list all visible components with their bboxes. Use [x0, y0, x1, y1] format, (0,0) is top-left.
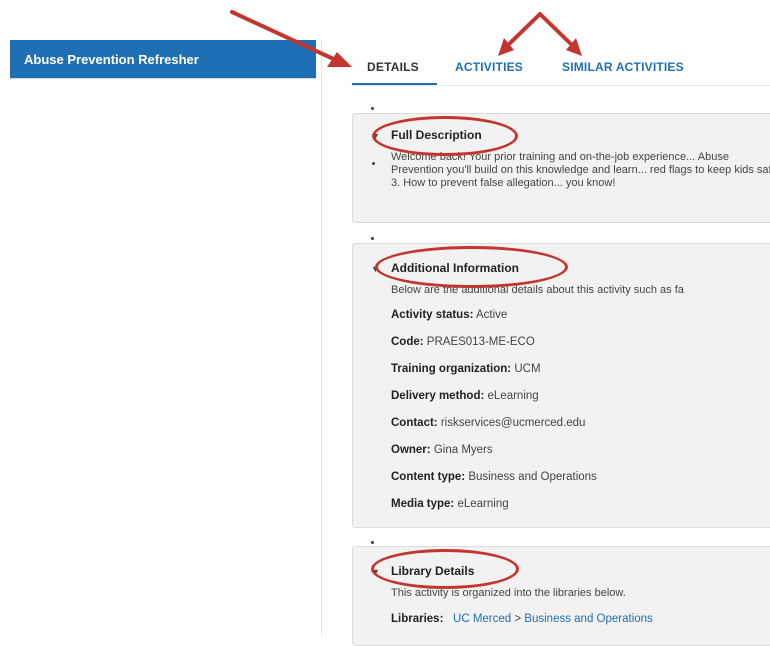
bullet-dot [371, 541, 374, 544]
field-delivery-method: Delivery method: eLearning [391, 390, 539, 402]
tab-rule [352, 85, 770, 86]
arrowhead-icon [327, 52, 352, 67]
sidebar-divider [10, 78, 316, 79]
field-owner: Owner: Gina Myers [391, 444, 493, 456]
tab-details[interactable]: DETAILS [367, 60, 419, 74]
tab-activities[interactable]: ACTIVITIES [455, 60, 523, 74]
annotation-ellipse [371, 549, 519, 589]
arrowhead-icon [498, 38, 514, 56]
annotation-ellipse [375, 246, 568, 288]
sidebar-course-title[interactable]: Abuse Prevention Refresher [10, 40, 316, 78]
libraries-row: Libraries: UC Merced > Business and Oper… [391, 613, 653, 625]
tab-similar-activities[interactable]: SIMILAR ACTIVITIES [562, 60, 684, 74]
field-activity-status: Activity status: Active [391, 309, 508, 321]
vertical-divider [321, 40, 322, 636]
field-training-organization: Training organization: UCM [391, 363, 541, 375]
annotation-arrow-activities [503, 12, 542, 50]
bullet-dot [371, 237, 374, 240]
additional-information-panel: ▼ Additional Information Below are the a… [352, 243, 770, 528]
library-link-business-operations[interactable]: Business and Operations [524, 613, 653, 625]
arrowhead-icon [566, 38, 582, 56]
sidebar-course-title-label: Abuse Prevention Refresher [24, 51, 199, 67]
bullet-dot [371, 107, 374, 110]
field-contact: Contact: riskservices@ucmerced.edu [391, 417, 586, 429]
annotation-arrow-similar [538, 12, 577, 50]
bullet-dot [372, 162, 375, 165]
annotation-ellipse [372, 116, 518, 156]
full-description-text: Welcome back! Your prior training and on… [391, 151, 770, 189]
field-code: Code: PRAES013-ME-ECO [391, 336, 535, 348]
field-media-type: Media type: eLearning [391, 498, 509, 510]
breadcrumb-separator: > [514, 613, 522, 625]
library-link-uc-merced[interactable]: UC Merced [453, 613, 511, 625]
field-content-type: Content type: Business and Operations [391, 471, 597, 483]
